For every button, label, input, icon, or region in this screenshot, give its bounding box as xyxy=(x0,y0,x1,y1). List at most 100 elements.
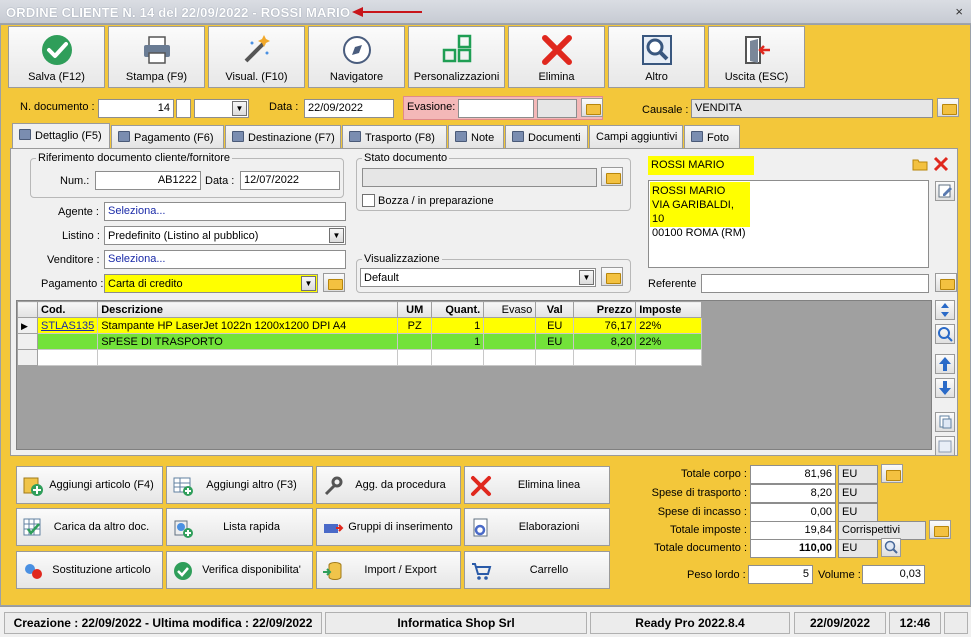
tab-campi-aggiuntivi[interactable]: Campi aggiuntivi xyxy=(589,125,683,148)
pagamento-dropdown[interactable]: Carta di credito ▼ xyxy=(104,274,318,293)
cell-imposte[interactable]: 22% xyxy=(635,333,703,350)
stato-field[interactable] xyxy=(362,168,597,187)
table-row[interactable] xyxy=(17,349,703,366)
row-indicator[interactable] xyxy=(17,349,38,366)
action-button-carrello[interactable]: Carrello xyxy=(464,551,610,589)
bozza-checkbox[interactable] xyxy=(362,194,375,207)
toolbar-button-2[interactable]: Stampa (F9) xyxy=(108,26,205,88)
close-icon[interactable] xyxy=(933,156,949,172)
cell-cod[interactable]: STLAS135 xyxy=(36,317,99,334)
cell-evaso[interactable] xyxy=(483,349,537,366)
peso-lordo-field[interactable]: 5 xyxy=(748,565,813,584)
ndoc-suffix-field[interactable] xyxy=(176,99,191,118)
cell-quant[interactable]: 1 xyxy=(431,333,485,350)
toolbar-button-4[interactable]: Navigatore xyxy=(308,26,405,88)
cliente-name[interactable]: ROSSI MARIO xyxy=(648,156,754,175)
table-row[interactable]: SPESE DI TRASPORTO 1 EU 8,20 22% xyxy=(17,333,703,350)
volume-field[interactable]: 0,03 xyxy=(862,565,925,584)
stato-folder-button[interactable] xyxy=(601,167,623,186)
action-button-elaborazioni[interactable]: Elaborazioni xyxy=(464,508,610,546)
cell-um[interactable]: PZ xyxy=(397,317,433,334)
toolbar-button-3[interactable]: Visual. (F10) xyxy=(208,26,305,88)
evasione-extra-field[interactable] xyxy=(537,99,577,118)
riferimento-num-field[interactable]: AB1222 xyxy=(95,171,201,190)
evasione-field[interactable] xyxy=(458,99,534,118)
action-button-elimina-linea[interactable]: Elimina linea xyxy=(464,466,610,504)
action-button-agg-da-procedura[interactable]: Agg. da procedura xyxy=(316,466,461,504)
action-button-lista-rapida[interactable]: Lista rapida xyxy=(166,508,313,546)
current-row-indicator[interactable]: ▶ xyxy=(17,317,38,334)
column-header[interactable]: UM xyxy=(397,301,433,318)
causale-folder-button[interactable] xyxy=(937,98,959,117)
cell-evaso[interactable] xyxy=(483,333,537,350)
column-header[interactable]: Imposte xyxy=(635,301,703,318)
column-header[interactable]: Prezzo xyxy=(573,301,637,318)
column-header[interactable]: Evaso xyxy=(483,301,537,318)
venditore-field[interactable]: Seleziona... xyxy=(104,250,346,269)
toolbar-button-6[interactable]: Elimina xyxy=(508,26,605,88)
cell-val[interactable]: EU xyxy=(535,333,575,350)
spese-trasporto-field[interactable]: 8,20 xyxy=(750,484,836,503)
move-up-button[interactable] xyxy=(935,354,955,374)
cell-descrizione[interactable] xyxy=(97,349,399,366)
pagamento-folder-button[interactable] xyxy=(323,273,345,292)
action-button-aggiungi-altro-f3[interactable]: Aggiungi altro (F3) xyxy=(166,466,313,504)
tab-note[interactable]: Note xyxy=(448,125,504,148)
column-header[interactable]: Cod. xyxy=(36,301,99,318)
tab-dettaglio-f5[interactable]: Dettaglio (F5) xyxy=(12,123,110,149)
row-indicator[interactable] xyxy=(17,333,38,350)
paste-line-button[interactable] xyxy=(935,436,955,456)
cell-val[interactable]: EU xyxy=(535,317,575,334)
column-header[interactable]: Descrizione xyxy=(97,301,399,318)
move-down-button[interactable] xyxy=(935,378,955,398)
action-button-import-export[interactable]: Import / Export xyxy=(316,551,461,589)
toolbar-button-1[interactable]: Salva (F12) xyxy=(8,26,105,88)
action-button-aggiungi-articolo-f4[interactable]: Aggiungi articolo (F4) xyxy=(16,466,163,504)
cell-prezzo[interactable]: 8,20 xyxy=(573,333,637,350)
column-header[interactable]: Quant. xyxy=(431,301,485,318)
riferimento-date-field[interactable]: 12/07/2022 xyxy=(240,171,340,190)
evasione-search-button[interactable] xyxy=(581,98,603,117)
edit-address-button[interactable] xyxy=(935,181,955,201)
visualizzazione-folder-button[interactable] xyxy=(601,267,623,286)
cell-val[interactable] xyxy=(535,349,575,366)
tab-trasporto-f8[interactable]: Trasporto (F8) xyxy=(342,125,447,148)
imposte-folder-button[interactable] xyxy=(929,520,951,539)
spese-incasso-field[interactable]: 0,00 xyxy=(750,503,836,522)
cell-cod[interactable] xyxy=(36,333,99,350)
cell-prezzo[interactable]: 76,17 xyxy=(573,317,637,334)
cell-descrizione[interactable]: SPESE DI TRASPORTO xyxy=(97,333,399,350)
cell-quant[interactable]: 1 xyxy=(431,317,485,334)
copy-line-button[interactable] xyxy=(935,412,955,432)
action-button-gruppi-di-inserimento[interactable]: Gruppi di inserimento xyxy=(316,508,461,546)
cell-um[interactable] xyxy=(397,349,433,366)
date-field[interactable]: 22/09/2022 xyxy=(304,99,394,118)
cliente-address-box[interactable]: ROSSI MARIO VIA GARIBALDI, 10 00100 ROMA… xyxy=(648,180,929,268)
cell-imposte[interactable] xyxy=(635,349,703,366)
action-button-carica-da-altro-doc[interactable]: Carica da altro doc. xyxy=(16,508,163,546)
totale-corpo-folder-button[interactable] xyxy=(881,464,903,483)
cell-imposte[interactable]: 22% xyxy=(635,317,703,334)
cell-prezzo[interactable] xyxy=(573,349,637,366)
referente-folder-button[interactable] xyxy=(935,273,957,292)
ndoc-series-dropdown[interactable]: ▼ xyxy=(194,99,249,118)
totale-zoom-button[interactable] xyxy=(881,538,901,557)
tab-destinazione-f7[interactable]: Destinazione (F7) xyxy=(225,125,341,148)
cell-quant[interactable] xyxy=(431,349,485,366)
toolbar-button-5[interactable]: Personalizzazioni xyxy=(408,26,505,88)
action-button-sostituzione-articolo[interactable]: Sostituzione articolo xyxy=(16,551,163,589)
toolbar-button-8[interactable]: Uscita (ESC) xyxy=(708,26,805,88)
cell-cod[interactable] xyxy=(36,349,99,366)
sort-button[interactable] xyxy=(935,300,955,320)
action-button-verifica-disponibilita[interactable]: Verifica disponibilita' xyxy=(166,551,313,589)
listino-dropdown[interactable]: Predefinito (Listino al pubblico) ▼ xyxy=(104,226,346,245)
cell-um[interactable] xyxy=(397,333,433,350)
toolbar-button-7[interactable]: Altro xyxy=(608,26,705,88)
referente-field[interactable] xyxy=(701,274,929,293)
tab-documenti[interactable]: Documenti xyxy=(505,125,588,148)
agente-field[interactable]: Seleziona... xyxy=(104,202,346,221)
ndoc-field[interactable]: 14 xyxy=(98,99,174,118)
close-window-button[interactable]: × xyxy=(955,4,963,19)
cell-descrizione[interactable]: Stampante HP LaserJet 1022n 1200x1200 DP… xyxy=(97,317,399,334)
folder-icon[interactable] xyxy=(912,157,928,171)
